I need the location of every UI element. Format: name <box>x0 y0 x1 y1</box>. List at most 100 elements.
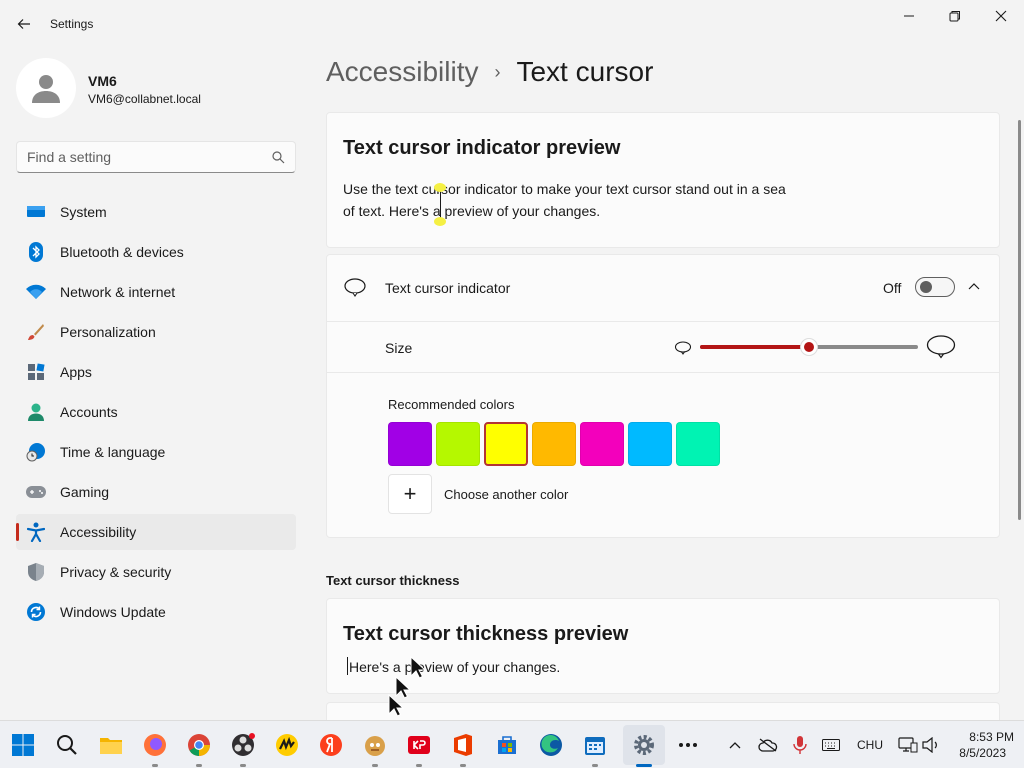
color-swatch[interactable] <box>628 422 672 466</box>
search-box[interactable] <box>16 141 296 173</box>
user-name: VM6 <box>88 73 117 89</box>
close-button[interactable] <box>978 4 1024 28</box>
app-title: Settings <box>50 17 94 31</box>
sidebar-item-personalization[interactable]: Personalization <box>16 314 296 350</box>
yandex-browser-icon[interactable] <box>317 731 345 759</box>
thickness-preview-text: Here's a preview of your changes. <box>349 659 561 675</box>
sidebar-item-time-language[interactable]: Time & language <box>16 434 296 470</box>
indicator-toggle[interactable] <box>915 277 955 297</box>
sidebar-item-accounts[interactable]: Accounts <box>16 394 296 430</box>
user-email: VM6@collabnet.local <box>88 92 201 106</box>
taskbar: CHU 8:53 PM 8/5/2023 <box>0 720 1024 768</box>
clock-date[interactable]: 8/5/2023 <box>952 746 1006 760</box>
restore-icon <box>949 11 960 22</box>
color-swatch[interactable] <box>388 422 432 466</box>
search-icon[interactable] <box>53 731 81 759</box>
restore-button[interactable] <box>932 4 978 28</box>
more-icon[interactable] <box>674 731 702 759</box>
preview-text-line1: Use the text cursor indicator to make yo… <box>343 181 786 197</box>
sidebar-item-windows-update[interactable]: Windows Update <box>16 594 296 630</box>
obs-icon[interactable] <box>229 731 257 759</box>
sidebar-item-label: Gaming <box>60 484 110 500</box>
onedrive-offline-icon[interactable] <box>758 721 778 768</box>
cursor-indicator-top <box>434 183 446 192</box>
microphone-icon[interactable] <box>793 721 807 768</box>
choose-color-label[interactable]: Choose another color <box>444 487 568 502</box>
add-color-button[interactable]: + <box>388 474 432 514</box>
firefox-icon[interactable] <box>141 731 169 759</box>
minimize-icon <box>904 15 914 17</box>
sidebar-item-privacy[interactable]: Privacy & security <box>16 554 296 590</box>
office-icon[interactable] <box>449 731 477 759</box>
divider <box>326 321 1000 322</box>
size-label: Size <box>385 340 413 356</box>
search-input[interactable] <box>27 149 272 165</box>
color-swatch[interactable] <box>436 422 480 466</box>
shield-icon <box>26 562 46 582</box>
start-icon[interactable] <box>9 731 37 759</box>
monitor-icon <box>26 202 46 222</box>
globe-clock-icon <box>26 442 46 462</box>
cursor-indicator-bottom <box>434 217 446 226</box>
keyboard-icon[interactable] <box>822 721 840 768</box>
avatar[interactable] <box>16 58 76 118</box>
breadcrumb-parent-link[interactable]: Accessibility <box>326 56 478 88</box>
calendar-icon[interactable] <box>581 731 609 759</box>
color-swatch[interactable] <box>580 422 624 466</box>
file-explorer-icon[interactable] <box>97 731 125 759</box>
sidebar-item-network[interactable]: Network & internet <box>16 274 296 310</box>
sidebar-item-system[interactable]: System <box>16 194 296 230</box>
yandex-music-icon[interactable] <box>273 731 301 759</box>
indicator-label: Text cursor indicator <box>385 280 511 296</box>
sidebar-item-gaming[interactable]: Gaming <box>16 474 296 510</box>
color-swatch[interactable] <box>676 422 720 466</box>
volume-icon[interactable] <box>922 721 940 768</box>
preview-text-line2: of text. Here's a preview of your change… <box>343 203 601 219</box>
edge-icon[interactable] <box>537 731 565 759</box>
settings-icon[interactable] <box>630 731 658 759</box>
preview-title: Text cursor indicator preview <box>343 137 621 159</box>
size-slider[interactable] <box>700 338 918 356</box>
sidebar-item-apps[interactable]: Apps <box>16 354 296 390</box>
sidebar-item-label: Apps <box>60 364 92 380</box>
large-size-icon <box>926 334 956 363</box>
sidebar-item-label: Bluetooth & devices <box>60 244 184 260</box>
sidebar-item-bluetooth[interactable]: Bluetooth & devices <box>16 234 296 270</box>
kaspersky-icon[interactable] <box>405 731 433 759</box>
small-size-icon <box>674 340 692 359</box>
sidebar-item-label: Network & internet <box>60 284 176 300</box>
text-cursor-preview <box>440 187 441 221</box>
scrollbar[interactable] <box>1018 120 1021 520</box>
divider <box>326 372 1000 373</box>
sidebar-item-accessibility[interactable]: Accessibility <box>16 514 296 550</box>
close-icon <box>995 10 1007 22</box>
bluetooth-icon <box>26 242 46 262</box>
slider-thumb[interactable] <box>800 338 818 356</box>
breadcrumb: Accessibility › Text cursor <box>326 56 653 88</box>
color-swatch[interactable] <box>532 422 576 466</box>
update-icon <box>26 602 46 622</box>
search-icon[interactable] <box>272 150 285 164</box>
apps-icon <box>26 362 46 382</box>
minimize-button[interactable] <box>886 4 932 28</box>
language-indicator[interactable]: CHU <box>857 721 883 768</box>
chrome-icon[interactable] <box>185 731 213 759</box>
sidebar-item-label: Accessibility <box>60 524 137 540</box>
clock-time[interactable]: 8:53 PM <box>952 730 1014 744</box>
thickness-preview-card: Text cursor thickness preview Here's a p… <box>326 598 1000 694</box>
store-icon[interactable] <box>493 731 521 759</box>
back-button[interactable] <box>12 12 36 36</box>
tor-icon[interactable] <box>361 731 389 759</box>
page-title: Text cursor <box>516 56 654 87</box>
speech-bubble-icon <box>344 278 366 301</box>
indicator-preview-card: Text cursor indicator preview Use the te… <box>326 112 1000 248</box>
chevron-up-icon[interactable] <box>966 280 982 296</box>
mouse-pointer-icon <box>410 655 427 683</box>
color-swatch[interactable] <box>484 422 528 466</box>
sidebar-item-label: Time & language <box>60 444 166 460</box>
chevron-up-icon[interactable] <box>728 721 742 768</box>
slider-fill <box>700 345 809 349</box>
indicator-state: Off <box>883 280 902 296</box>
network-icon[interactable] <box>898 721 918 768</box>
mouse-pointer-icon <box>388 693 405 721</box>
